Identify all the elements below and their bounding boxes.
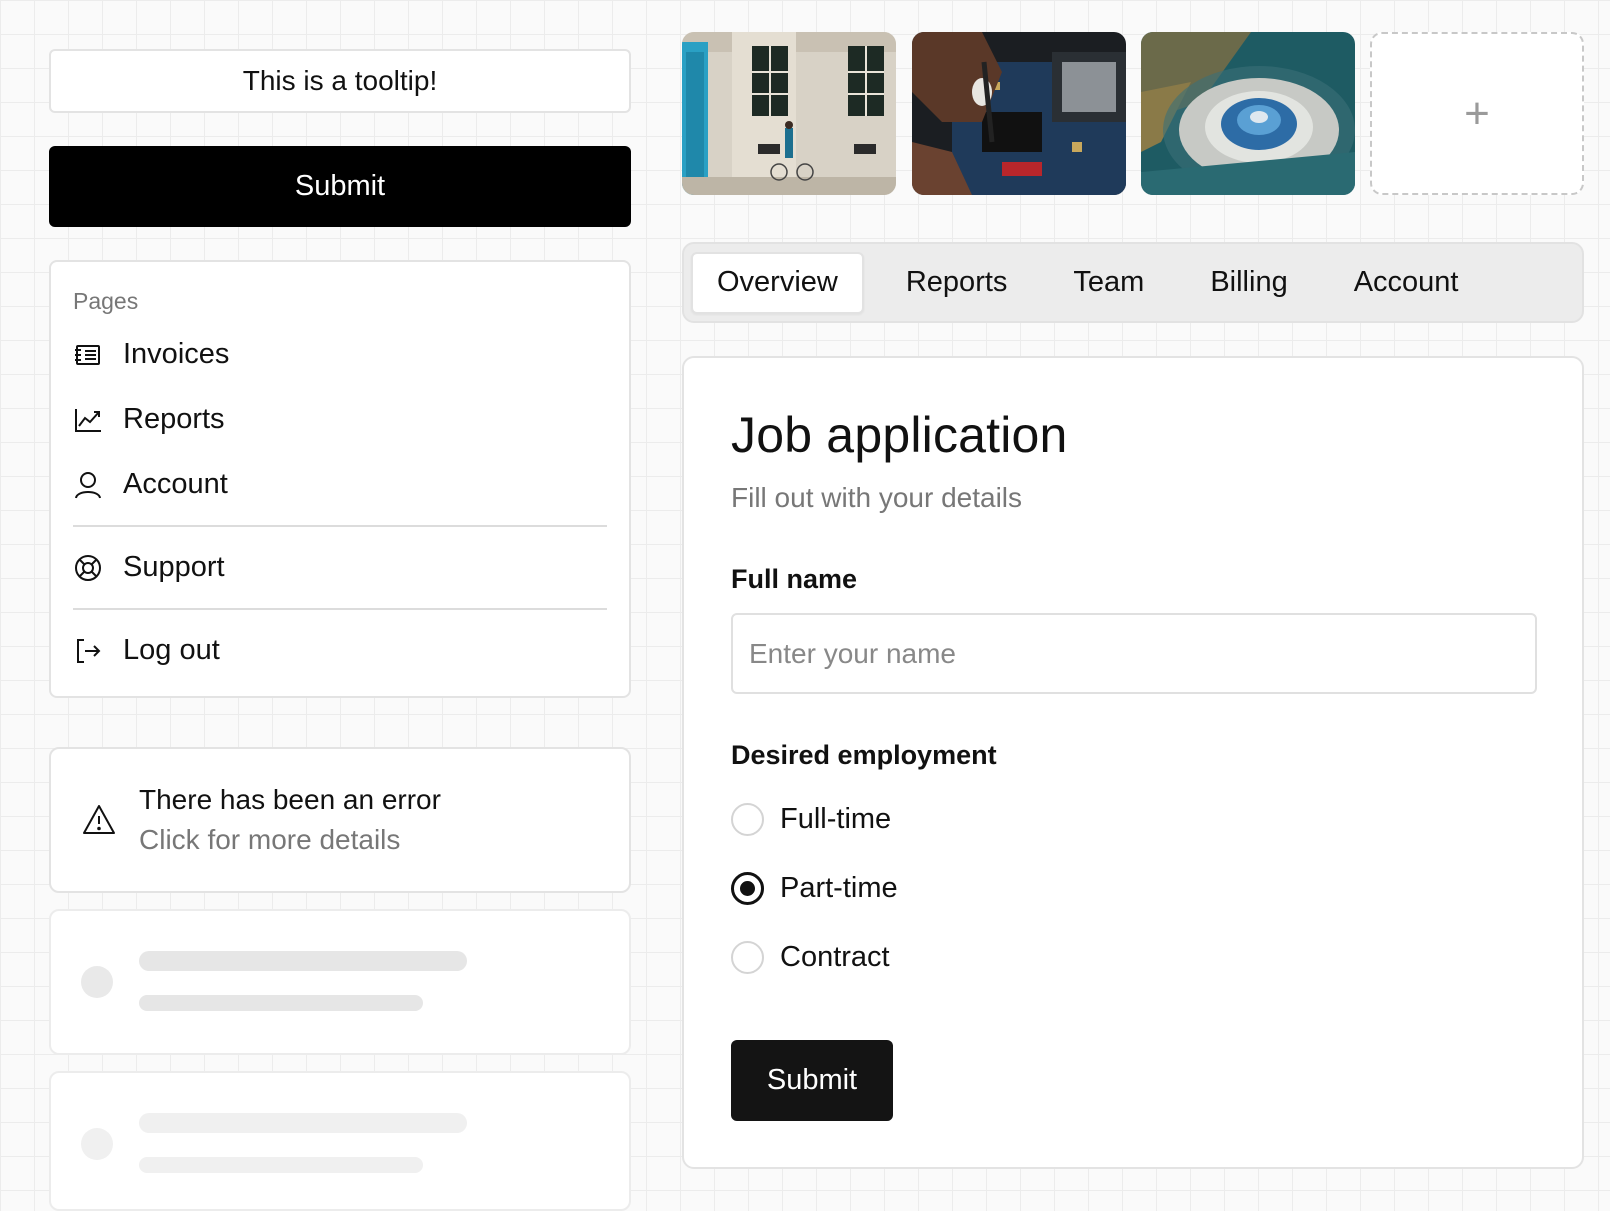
invoice-icon [73, 340, 103, 370]
menu-divider [73, 608, 607, 610]
skeleton-avatar [81, 966, 113, 998]
alert-title: There has been an error [139, 784, 441, 815]
menu-item-label: Account [123, 468, 228, 500]
submit-button[interactable]: Submit [49, 146, 631, 227]
skeleton-card [49, 1071, 631, 1211]
menu-item-invoices[interactable]: Invoices [73, 322, 607, 387]
tab-billing[interactable]: Billing [1186, 252, 1311, 314]
tab-overview[interactable]: Overview [691, 251, 864, 314]
skeleton-line [139, 1113, 467, 1133]
pages-menu: Pages Invoices Reports Account Support L… [49, 260, 631, 698]
skeleton-line [139, 951, 467, 971]
alert-text: There has been an error Click for more d… [139, 784, 441, 856]
employment-label: Desired employment [731, 740, 997, 770]
user-icon [73, 470, 103, 500]
menu-item-label: Invoices [123, 338, 230, 370]
employment-radio-group: Full-time Part-time Contract [731, 785, 1535, 992]
full-name-label: Full name [731, 564, 858, 594]
radio-label: Part-time [780, 872, 898, 904]
menu-item-account[interactable]: Account [73, 452, 607, 517]
radio-option-contract[interactable]: Contract [731, 923, 1535, 992]
menu-item-label: Log out [123, 634, 220, 666]
form-submit-label: Submit [766, 1064, 858, 1096]
chart-line-icon [73, 405, 103, 435]
skeleton-card [49, 909, 631, 1055]
radio-button-selected[interactable] [731, 872, 764, 905]
building-photo[interactable] [682, 32, 896, 195]
job-application-card: Job application Fill out with your detai… [682, 356, 1584, 1169]
skeleton-avatar [81, 1128, 113, 1160]
menu-item-support[interactable]: Support [73, 535, 607, 600]
plus-icon: + [1464, 88, 1490, 138]
skeleton-line [139, 1157, 423, 1173]
form-submit-button[interactable]: Submit [731, 1040, 893, 1121]
menu-divider [73, 525, 607, 527]
menu-item-reports[interactable]: Reports [73, 387, 607, 452]
skeleton-line [139, 995, 423, 1011]
tab-reports[interactable]: Reports [882, 252, 1032, 314]
menu-item-label: Reports [123, 403, 225, 435]
radio-button[interactable] [731, 803, 764, 836]
logout-icon [73, 636, 103, 666]
form-subtitle: Fill out with your details [731, 482, 1023, 513]
alert-description: Click for more details [139, 824, 401, 855]
tab-account[interactable]: Account [1330, 252, 1483, 314]
error-alert[interactable]: There has been an error Click for more d… [49, 747, 631, 893]
tab-bar: Overview Reports Team Billing Account [682, 242, 1584, 323]
form-title: Job application [731, 407, 1068, 463]
menu-item-logout[interactable]: Log out [73, 618, 607, 683]
add-image-button[interactable]: + [1370, 32, 1584, 195]
circuit-board-photo[interactable] [912, 32, 1126, 195]
warning-icon [81, 802, 117, 838]
radio-option-part-time[interactable]: Part-time [731, 854, 1535, 923]
submit-button-label: Submit [294, 170, 386, 202]
aerial-dome-photo[interactable] [1141, 32, 1355, 195]
radio-label: Full-time [780, 803, 892, 835]
menu-item-label: Support [123, 551, 225, 583]
lifebuoy-icon [73, 553, 103, 583]
tooltip: This is a tooltip! [49, 49, 631, 113]
radio-button[interactable] [731, 941, 764, 974]
full-name-input[interactable] [731, 613, 1537, 694]
tab-team[interactable]: Team [1049, 252, 1168, 314]
menu-heading: Pages [73, 288, 139, 314]
radio-label: Contract [780, 941, 890, 973]
radio-option-full-time[interactable]: Full-time [731, 785, 1535, 854]
tooltip-text: This is a tooltip! [242, 65, 438, 96]
